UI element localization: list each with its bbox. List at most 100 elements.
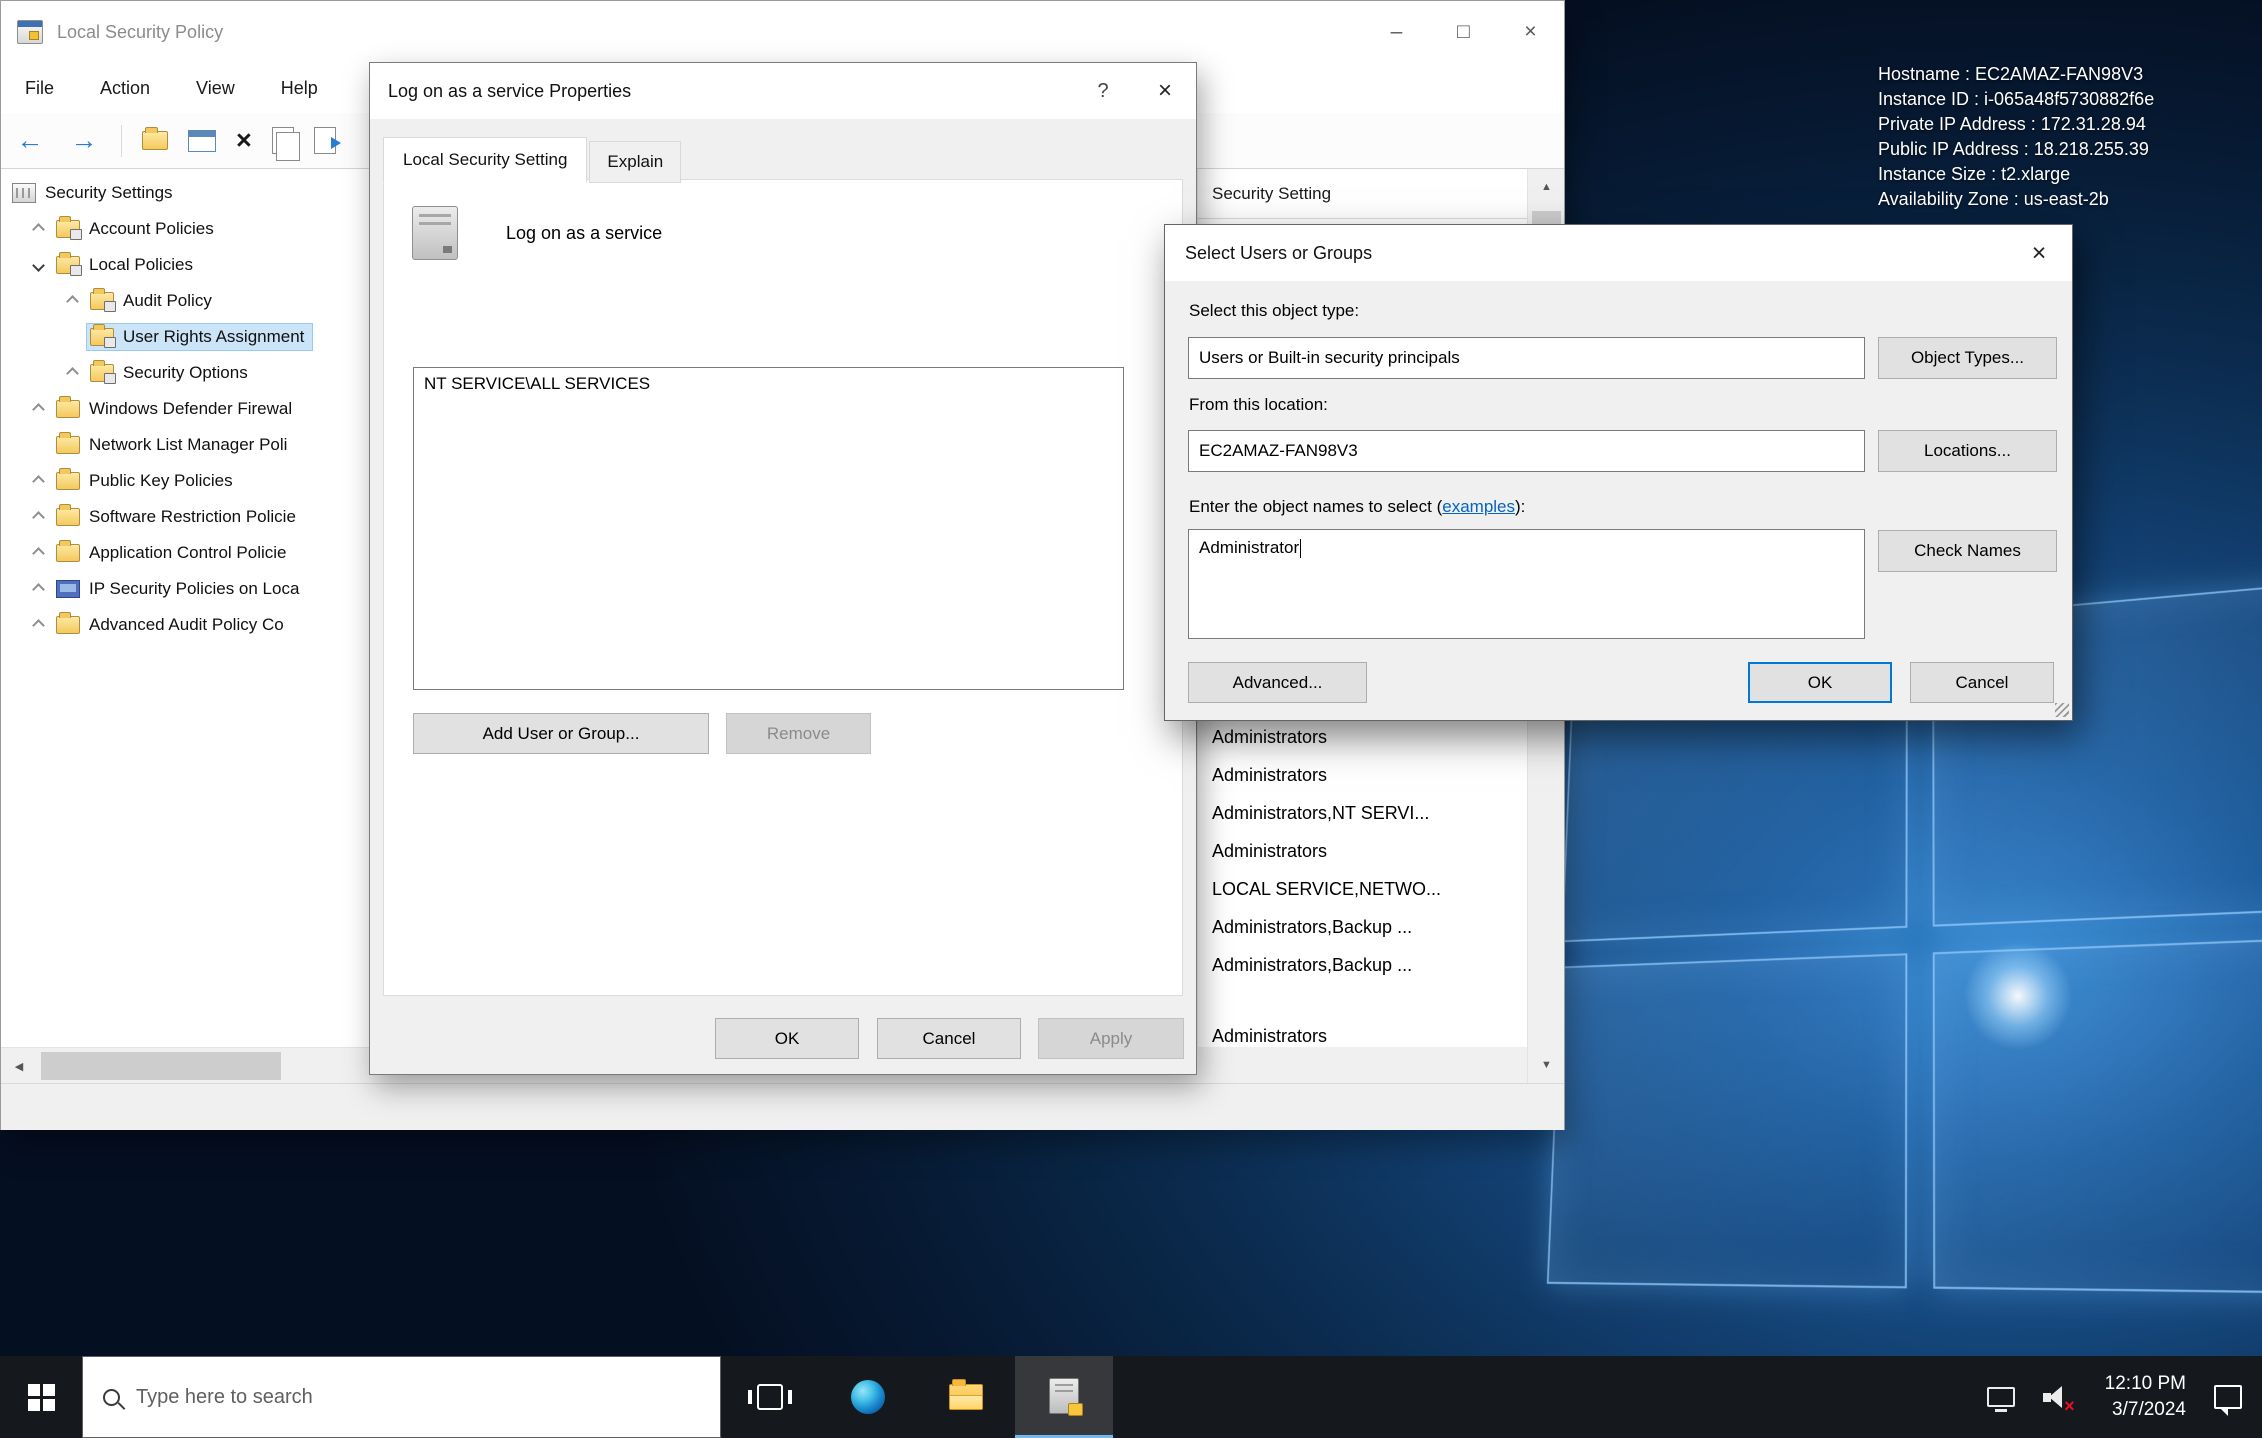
examples-link[interactable]: examples <box>1442 497 1515 516</box>
instance-info-overlay: Hostname : EC2AMAZ-FAN98V3 Instance ID :… <box>1878 62 2154 212</box>
tray-time: 12:10 PM <box>2105 1371 2186 1397</box>
ok-button[interactable]: OK <box>1748 662 1892 703</box>
locations-button[interactable]: Locations... <box>1878 430 2057 472</box>
back-icon[interactable]: ← <box>13 125 47 156</box>
tree-item-network-list-manager[interactable]: Network List Manager Poli <box>1 427 373 463</box>
column-header-security-setting[interactable]: Security Setting <box>1198 169 1527 219</box>
list-item[interactable]: Administrators,NT SERVI... <box>1198 794 1527 832</box>
maximize-button[interactable]: □ <box>1430 1 1497 63</box>
tab-local-security-setting[interactable]: Local Security Setting <box>383 137 587 183</box>
network-icon[interactable] <box>1987 1387 2015 1407</box>
ipsec-icon <box>56 580 80 598</box>
tree-item-security-options[interactable]: Security Options <box>1 355 373 391</box>
folder-icon <box>56 508 80 526</box>
tree-item-software-restriction[interactable]: Software Restriction Policie <box>1 499 373 535</box>
add-user-or-group-button[interactable]: Add User or Group... <box>413 713 709 754</box>
edge-button[interactable] <box>819 1356 917 1438</box>
file-explorer-button[interactable] <box>917 1356 1015 1438</box>
chevron-right-icon[interactable] <box>23 405 53 414</box>
scroll-down-icon[interactable]: ▼ <box>1528 1047 1565 1083</box>
list-item[interactable]: LOCAL SERVICE,NETWO... <box>1198 870 1527 908</box>
menu-help[interactable]: Help <box>281 78 318 99</box>
tree-item-account-policies[interactable]: Account Policies <box>1 211 373 247</box>
action-center-icon[interactable] <box>2214 1385 2242 1409</box>
dialog-title: Log on as a service Properties <box>388 81 631 102</box>
chevron-right-icon[interactable] <box>57 297 87 306</box>
menu-action[interactable]: Action <box>100 78 150 99</box>
dialog-title-bar[interactable]: Select Users or Groups <box>1165 225 2072 281</box>
info-private-ip: Private IP Address : 172.31.28.94 <box>1878 112 2154 137</box>
chevron-right-icon[interactable] <box>23 513 53 522</box>
list-item[interactable]: Administrators <box>1198 756 1527 794</box>
menu-view[interactable]: View <box>196 78 235 99</box>
scroll-up-icon[interactable]: ▲ <box>1528 169 1565 205</box>
search-input[interactable] <box>136 1386 676 1409</box>
scrollbar-thumb[interactable] <box>41 1052 281 1080</box>
info-hostname: Hostname : EC2AMAZ-FAN98V3 <box>1878 62 2154 87</box>
menu-file[interactable]: File <box>25 78 54 99</box>
taskbar-search[interactable] <box>82 1356 721 1438</box>
scroll-left-icon[interactable]: ◀ <box>1 1048 37 1084</box>
title-bar[interactable]: Local Security Policy – □ × <box>1 1 1564 63</box>
tree-item-user-rights-assignment[interactable]: User Rights Assignment <box>1 319 373 355</box>
object-names-textbox[interactable]: Administrator <box>1188 529 1865 639</box>
tree-item-local-policies[interactable]: Local Policies <box>1 247 373 283</box>
advanced-button[interactable]: Advanced... <box>1188 662 1367 703</box>
tree-item-windows-defender-firewall[interactable]: Windows Defender Firewal <box>1 391 373 427</box>
dialog-title: Select Users or Groups <box>1185 243 1372 264</box>
delete-icon[interactable]: × <box>236 127 252 154</box>
volume-muted-icon[interactable]: × <box>2043 1383 2077 1411</box>
export-list-icon[interactable] <box>314 127 336 154</box>
help-icon[interactable]: ? <box>1072 63 1134 119</box>
chevron-right-icon[interactable] <box>23 477 53 486</box>
list-item[interactable]: Administrators <box>1198 1017 1527 1047</box>
check-names-button[interactable]: Check Names <box>1878 530 2057 572</box>
start-button[interactable] <box>0 1356 82 1438</box>
chevron-right-icon[interactable] <box>23 585 53 594</box>
horizontal-scrollbar[interactable]: ◀ <box>1 1047 373 1083</box>
close-button[interactable]: × <box>1497 1 1564 63</box>
ok-button[interactable]: OK <box>715 1018 859 1059</box>
list-item[interactable]: Administrators <box>1198 832 1527 870</box>
member-item[interactable]: NT SERVICE\ALL SERVICES <box>424 374 1113 394</box>
cancel-button[interactable]: Cancel <box>877 1018 1021 1059</box>
task-view-icon <box>757 1384 783 1410</box>
object-types-button[interactable]: Object Types... <box>1878 337 2057 379</box>
tab-page: Log on as a service NT SERVICE\ALL SERVI… <box>383 179 1183 996</box>
tree-item-ip-security-policies[interactable]: IP Security Policies on Loca <box>1 571 373 607</box>
tree-item-public-key-policies[interactable]: Public Key Policies <box>1 463 373 499</box>
list-item[interactable]: Administrators,Backup ... <box>1198 908 1527 946</box>
location-field[interactable] <box>1188 430 1865 472</box>
chevron-down-icon[interactable] <box>23 261 53 270</box>
tab-explain[interactable]: Explain <box>589 141 681 183</box>
info-instance-id: Instance ID : i-065a48f5730882f6e <box>1878 87 2154 112</box>
tree-item-security-settings[interactable]: Security Settings <box>1 175 373 211</box>
security-policy-icon <box>1049 1378 1079 1414</box>
list-item[interactable]: Administrators <box>1198 718 1527 756</box>
tree-item-audit-policy[interactable]: Audit Policy <box>1 283 373 319</box>
copy-docs-icon[interactable] <box>272 127 294 154</box>
chevron-right-icon[interactable] <box>23 549 53 558</box>
chevron-right-icon[interactable] <box>57 369 87 378</box>
chevron-right-icon[interactable] <box>23 225 53 234</box>
list-item[interactable]: Administrators,Backup ... <box>1198 946 1527 984</box>
tree-item-application-control[interactable]: Application Control Policie <box>1 535 373 571</box>
console-window-icon[interactable] <box>188 130 216 152</box>
folder-icon <box>949 1384 983 1410</box>
members-listbox[interactable]: NT SERVICE\ALL SERVICES <box>413 367 1124 690</box>
minimize-button[interactable]: – <box>1363 1 1430 63</box>
task-view-button[interactable] <box>721 1356 819 1438</box>
local-security-policy-taskbar-button[interactable] <box>1015 1356 1113 1438</box>
close-icon[interactable]: × <box>2006 225 2072 281</box>
export-folder-icon[interactable] <box>142 131 168 150</box>
tree-item-advanced-audit-policy[interactable]: Advanced Audit Policy Co <box>1 607 373 643</box>
folder-lock-icon <box>56 256 80 274</box>
chevron-right-icon[interactable] <box>23 621 53 630</box>
cancel-button[interactable]: Cancel <box>1910 662 2054 703</box>
close-icon[interactable]: × <box>1134 63 1196 119</box>
object-type-field[interactable] <box>1188 337 1865 379</box>
search-icon <box>103 1389 120 1406</box>
forward-icon[interactable]: → <box>67 125 101 156</box>
resize-grip[interactable] <box>2055 703 2069 717</box>
clock[interactable]: 12:10 PM 3/7/2024 <box>2105 1371 2186 1423</box>
